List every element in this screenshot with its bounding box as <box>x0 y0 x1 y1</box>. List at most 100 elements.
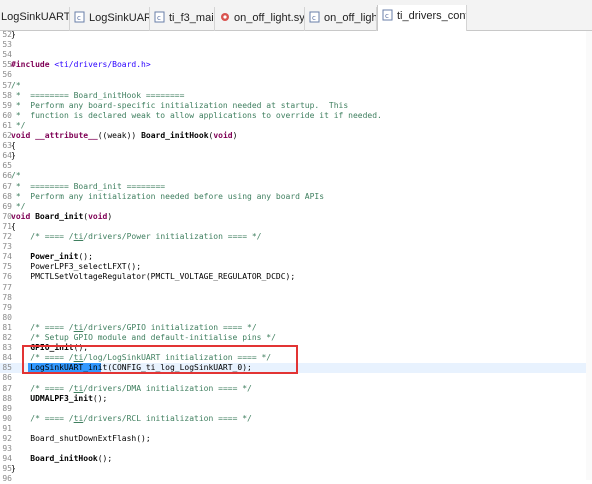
code-line[interactable]: 83 GPIO_init(); <box>0 343 592 353</box>
code-text: /* <box>11 81 21 90</box>
code-text: LogSinkUART_init(CONFIG_ti_log_LogSinkUA… <box>11 363 252 372</box>
code-line[interactable]: 61 */ <box>0 121 592 131</box>
c-file-icon: c <box>154 11 166 23</box>
line-number: 78 <box>2 293 12 302</box>
code-line[interactable]: 85 LogSinkUART_init(CONFIG_ti_log_LogSin… <box>0 363 592 373</box>
tab-logsinkuart-h[interactable]: hLogSinkUART.h <box>0 7 70 31</box>
code-line[interactable]: 86 <box>0 373 592 383</box>
code-line[interactable]: 63{ <box>0 141 592 151</box>
code-text: UDMALPF3_init(); <box>30 394 108 403</box>
line-number: 86 <box>2 373 12 382</box>
code-text: */ <box>11 202 26 211</box>
line-number: 65 <box>2 161 12 170</box>
vertical-scrollbar[interactable] <box>586 31 592 480</box>
line-number: 73 <box>2 242 12 251</box>
code-line[interactable]: 82 /* Setup GPIO module and default-init… <box>0 333 592 343</box>
svg-text:c: c <box>77 14 81 22</box>
code-line[interactable]: 76 PMCTLSetVoltageRegulator(PMCTL_VOLTAG… <box>0 272 592 282</box>
tab-label: on_off_light.syscfg <box>234 12 305 24</box>
code-line[interactable]: 69 */ <box>0 202 592 212</box>
line-number: 93 <box>2 444 12 453</box>
code-text: #include <ti/drivers/Board.h> <box>11 60 151 69</box>
code-line[interactable]: 96 <box>0 474 592 484</box>
code-line[interactable]: 53 <box>0 40 592 50</box>
code-text: * Perform any initialization needed befo… <box>11 192 325 201</box>
code-text: PowerLPF3_selectLFXT(); <box>11 262 142 271</box>
code-line[interactable]: 78 <box>0 293 592 303</box>
code-line[interactable]: 67 * ======== Board_init ======== <box>0 182 592 192</box>
code-line[interactable]: 73 <box>0 242 592 252</box>
code-line[interactable]: 90 /* ==== /ti/drivers/RCL initializatio… <box>0 414 592 424</box>
code-line[interactable]: 59 * Perform any board-specific initiali… <box>0 101 592 111</box>
line-number: 77 <box>2 283 12 292</box>
code-line[interactable]: 79 <box>0 303 592 313</box>
tab-label: LogSinkUART.c <box>89 12 149 24</box>
c-file-icon: c <box>382 9 394 21</box>
tab-on-off-light-c[interactable]: c on_off_light.c <box>305 7 377 31</box>
line-number: 89 <box>2 404 12 413</box>
code-line[interactable]: 62 void __attribute__((weak)) Board_initH… <box>0 131 592 141</box>
tab-label: on_off_light.c <box>324 12 376 24</box>
code-line[interactable]: 89 <box>0 404 592 414</box>
code-line[interactable]: 66/* <box>0 171 592 181</box>
code-line[interactable]: 81 /* ==== /ti/drivers/GPIO initializati… <box>0 323 592 333</box>
line-number: 54 <box>2 50 12 59</box>
c-file-icon: c <box>74 11 86 23</box>
code-line[interactable]: 77 <box>0 283 592 293</box>
code-text: } <box>11 151 16 160</box>
code-line[interactable]: 56 <box>0 70 592 80</box>
code-line[interactable]: 52} <box>0 30 592 40</box>
line-number: 53 <box>2 40 12 49</box>
code-line[interactable]: 84 /* ==== /ti/log/LogSinkUART initializ… <box>0 353 592 363</box>
tab-ti-f3-main-c[interactable]: c ti_f3_main.c <box>150 7 215 31</box>
tab-ti-drivers-config-c[interactable]: cti_drivers_config.c× <box>377 5 467 31</box>
code-text: { <box>11 222 16 231</box>
code-line[interactable]: 88 UDMALPF3_init(); <box>0 394 592 404</box>
code-line[interactable]: 64} <box>0 151 592 161</box>
code-text: GPIO_init(); <box>30 343 89 352</box>
code-text: * Perform any board-specific initializat… <box>11 101 349 110</box>
code-text: * function is declared weak to allow app… <box>11 111 382 120</box>
code-line[interactable]: 58 * ======== Board_initHook ======== <box>0 91 592 101</box>
code-text: /* ==== /ti/drivers/RCL initialization =… <box>11 414 252 423</box>
tab-label: ti_drivers_config.c <box>397 10 466 22</box>
code-text: /* ==== /ti/log/LogSinkUART initializati… <box>11 353 272 362</box>
svg-text:c: c <box>385 12 389 20</box>
tab-label: ti_f3_main.c <box>169 12 214 24</box>
code-text: Board_shutDownExtFlash(); <box>11 434 151 443</box>
code-text: void Board_init(void) <box>11 212 113 221</box>
code-line[interactable]: 95} <box>0 464 592 474</box>
code-line[interactable]: 93 <box>0 444 592 454</box>
code-line[interactable]: 87 /* ==== /ti/drivers/DMA initializatio… <box>0 384 592 394</box>
code-line[interactable]: 55 #include <ti/drivers/Board.h> <box>0 60 592 70</box>
code-line[interactable]: 54 <box>0 50 592 60</box>
code-text: /* ==== /ti/drivers/GPIO initialization … <box>11 323 257 332</box>
code-line[interactable]: 94 Board_initHook(); <box>0 454 592 464</box>
code-line[interactable]: 92 Board_shutDownExtFlash(); <box>0 434 592 444</box>
code-line[interactable]: 70 void Board_init(void) <box>0 212 592 222</box>
c-file-icon: c <box>309 11 321 23</box>
code-line[interactable]: 57/* <box>0 81 592 91</box>
editor-tab-bar: hLogSinkUART.h c LogSinkUART.c c ti_f3_main.… <box>0 0 592 31</box>
tab-on-off-light-syscfg[interactable]: on_off_light.syscfg <box>215 7 305 31</box>
line-number: 91 <box>2 424 12 433</box>
code-line[interactable]: 80 <box>0 313 592 323</box>
code-editor[interactable]: 52} 53 54 55 #include <ti/drivers/Board.h> 56… <box>0 30 592 483</box>
line-number: 96 <box>2 474 12 483</box>
code-line[interactable]: 91 <box>0 424 592 434</box>
syscfg-file-icon <box>219 11 231 23</box>
code-text: { <box>11 141 16 150</box>
code-line[interactable]: 71{ <box>0 222 592 232</box>
line-number: 56 <box>2 70 12 79</box>
code-line[interactable]: 60 * function is declared weak to allow … <box>0 111 592 121</box>
code-text: /* ==== /ti/drivers/Power initialization… <box>11 232 262 241</box>
code-line[interactable]: 72 /* ==== /ti/drivers/Power initializat… <box>0 232 592 242</box>
code-line[interactable]: 68 * Perform any initialization needed b… <box>0 192 592 202</box>
code-text: } <box>11 30 16 39</box>
code-line[interactable]: 75 PowerLPF3_selectLFXT(); <box>0 262 592 272</box>
svg-text:c: c <box>312 14 316 22</box>
code-text: } <box>11 464 16 473</box>
code-line[interactable]: 65 <box>0 161 592 171</box>
tab-logsinkuart-c[interactable]: c LogSinkUART.c <box>70 7 150 31</box>
code-line[interactable]: 74 Power_init(); <box>0 252 592 262</box>
